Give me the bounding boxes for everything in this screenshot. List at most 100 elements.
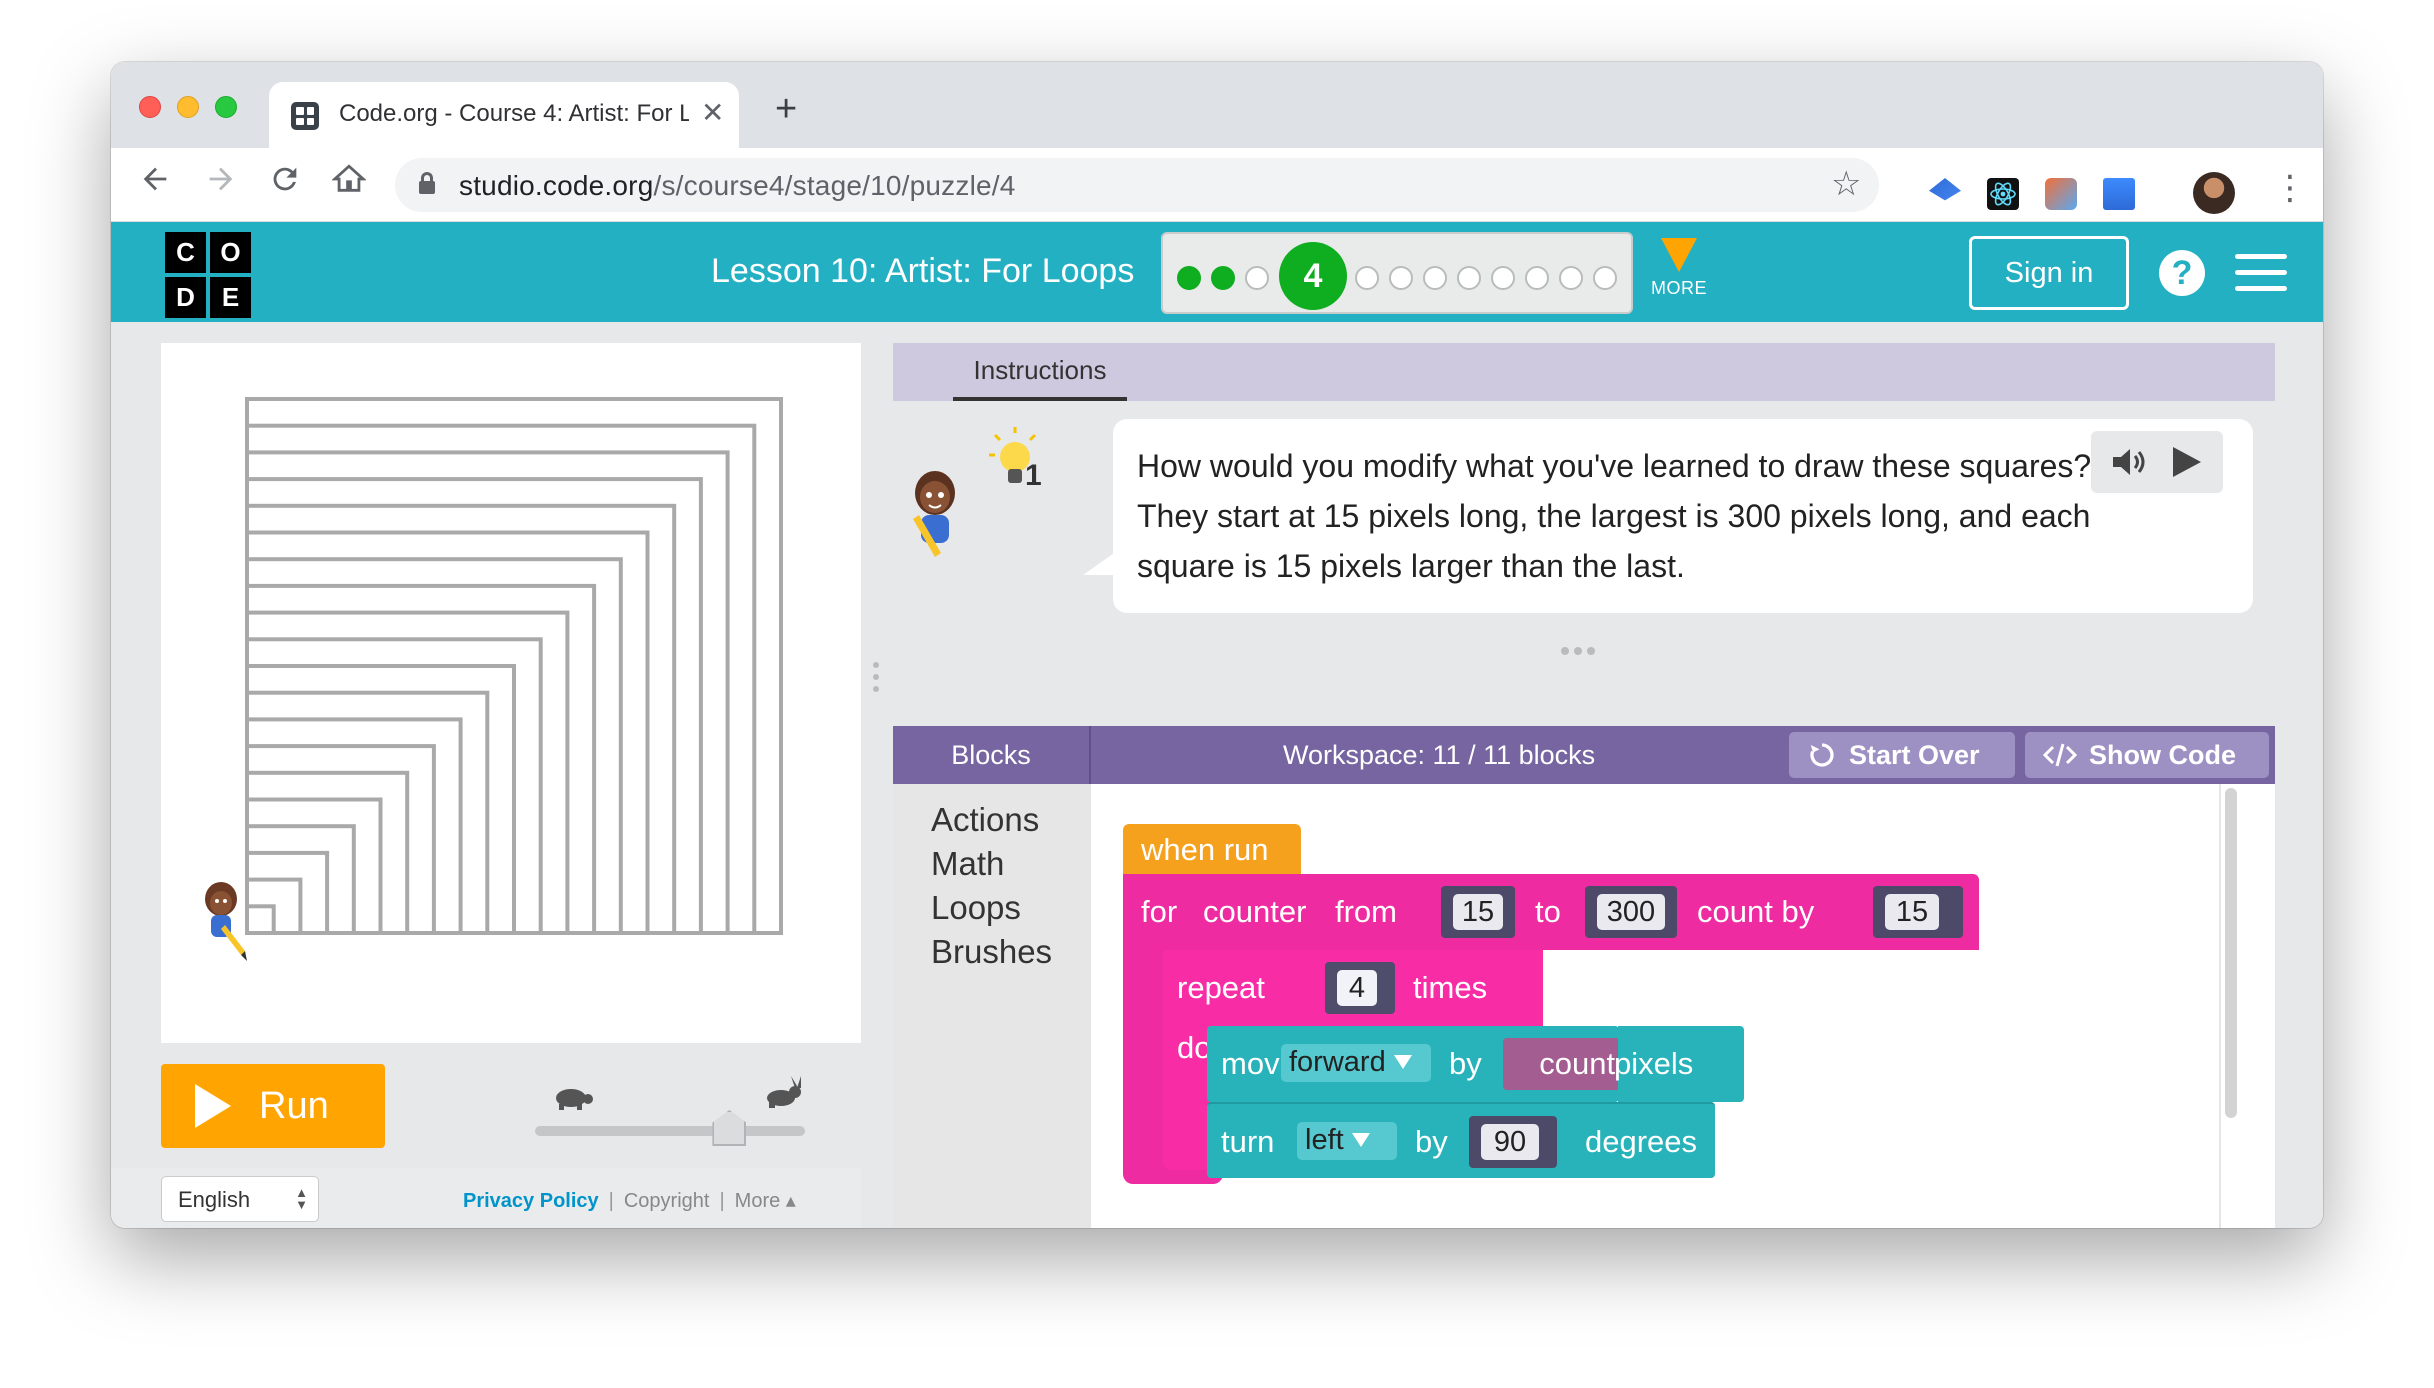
minimize-window-button[interactable] (177, 96, 199, 118)
address-bar[interactable]: studio.code.org/s/course4/stage/10/puzzl… (395, 158, 1879, 212)
sign-in-button[interactable]: Sign in (1969, 236, 2129, 310)
chevron-down-icon (1351, 1133, 1370, 1147)
turn-amount-slot[interactable]: 90 (1469, 1116, 1557, 1168)
audio-player (2091, 431, 2223, 493)
undo-icon (1810, 743, 1834, 767)
extension-color-icon[interactable] (2045, 178, 2077, 210)
speed-slider[interactable] (535, 1076, 825, 1164)
browser-tab[interactable]: Code.org - Course 4: Artist: For Loops ✕ (269, 82, 739, 148)
to-value[interactable]: 300 (1597, 894, 1665, 930)
toolbox-category-loops[interactable]: Loops (931, 886, 1091, 930)
level-dot-6[interactable] (1389, 266, 1413, 290)
new-tab-button[interactable]: + (775, 88, 797, 131)
run-button[interactable]: Run (161, 1064, 385, 1148)
nested-squares-drawing (205, 397, 783, 961)
help-icon[interactable]: ? (2159, 250, 2205, 296)
level-dot-11[interactable] (1559, 266, 1583, 290)
select-arrows-icon: ▲ ▼ (295, 1185, 308, 1212)
kebab-menu-icon[interactable]: ⋮ (2273, 168, 2307, 208)
hamburger-icon[interactable] (2235, 254, 2287, 292)
workspace-scrollbar[interactable] (2225, 788, 2237, 1118)
code-workspace[interactable]: when run for counter from 15 to 300 coun… (1091, 784, 2275, 1228)
extension-docs-icon[interactable] (2103, 178, 2135, 210)
start-over-button[interactable]: Start Over (1789, 732, 2015, 778)
toolbox-category-math[interactable]: Math (931, 842, 1091, 886)
speed-thumb[interactable] (712, 1110, 747, 1146)
from-value[interactable]: 15 (1453, 894, 1503, 930)
hint-count: 1 (1025, 459, 1042, 492)
drawn-square (245, 850, 330, 935)
page-footer: English ▲ ▼ Privacy Policy | Copyright | More… (111, 1168, 861, 1228)
codeorg-header: C O D E Lesson 10: Artist: For Loops 4 M… (111, 222, 2323, 322)
more-link[interactable]: More ▴ (735, 1190, 796, 1212)
level-dot-7[interactable] (1423, 266, 1447, 290)
move-block-tail: pixels (1614, 1026, 1744, 1102)
profile-avatar[interactable] (2193, 172, 2235, 214)
language-select[interactable]: English ▲ ▼ (161, 1176, 319, 1222)
blocks-label: Blocks (893, 726, 1091, 784)
turtle-icon (556, 1089, 593, 1110)
repeat-value[interactable]: 4 (1337, 970, 1377, 1006)
bookmark-star-icon[interactable]: ☆ (1831, 164, 1861, 204)
turn-direction-dropdown[interactable]: left (1297, 1122, 1397, 1160)
tab-instructions[interactable]: Instructions (953, 343, 1127, 401)
extension-graduation-icon[interactable] (1929, 178, 1961, 201)
move-block[interactable]: move forward by counter (1207, 1026, 1679, 1102)
codeorg-favicon (291, 102, 319, 130)
level-dot-2[interactable] (1211, 266, 1235, 290)
footer-links: Privacy Policy | Copyright | More ▴ (463, 1190, 796, 1212)
close-icon[interactable]: ✕ (701, 96, 724, 129)
home-icon[interactable] (327, 162, 371, 205)
tab-strip: Code.org - Course 4: Artist: For Loops ✕… (111, 62, 2323, 148)
lesson-title[interactable]: Lesson 10: Artist: For Loops (711, 252, 1134, 291)
toolbox-category-brushes[interactable]: Brushes (931, 930, 1091, 974)
repeat-block[interactable]: repeat 4 times (1163, 950, 1543, 1026)
level-dot-10[interactable] (1525, 266, 1549, 290)
toolbox-category-actions[interactable]: Actions (931, 798, 1091, 842)
to-slot[interactable]: 300 (1585, 886, 1677, 938)
maximize-window-button[interactable] (215, 96, 237, 118)
when-run-block[interactable]: when run (1123, 824, 1301, 874)
code-icon (2043, 743, 2077, 767)
workspace-header: Blocks Workspace: 11 / 11 blocks Start O… (893, 726, 2275, 784)
close-window-button[interactable] (139, 96, 161, 118)
panel-resize-grip[interactable] (873, 662, 881, 700)
back-icon[interactable] (133, 162, 177, 205)
show-code-button[interactable]: Show Code (2025, 732, 2269, 778)
copyright-link[interactable]: Copyright (624, 1190, 710, 1212)
codeorg-logo[interactable]: C O D E (165, 232, 251, 318)
extension-react-icon[interactable] (1987, 178, 2019, 210)
drawn-square (245, 423, 757, 935)
forward-icon[interactable] (199, 162, 243, 205)
count-by-slot[interactable]: 15 (1873, 886, 1963, 938)
speaker-icon[interactable] (2111, 447, 2149, 477)
more-button[interactable]: MORE (1651, 238, 1707, 299)
level-dot-12[interactable] (1593, 266, 1617, 290)
level-progress: 4 (1161, 232, 1633, 314)
url-text[interactable]: studio.code.org/s/course4/stage/10/puzzl… (459, 170, 1016, 202)
repeat-slot[interactable]: 4 (1325, 962, 1395, 1014)
drawn-square (245, 690, 490, 936)
privacy-policy-link[interactable]: Privacy Policy (463, 1190, 599, 1212)
turn-block[interactable]: turn left by 90 degrees (1207, 1102, 1715, 1178)
level-dot-9[interactable] (1491, 266, 1515, 290)
reload-icon[interactable] (263, 162, 307, 205)
count-by-value[interactable]: 15 (1885, 894, 1939, 930)
level-dot-current[interactable]: 4 (1279, 242, 1347, 310)
from-slot[interactable]: 15 (1441, 886, 1515, 938)
vertical-resize-grip[interactable] (1561, 642, 1601, 655)
triangle-down-icon (1661, 238, 1697, 272)
move-direction-dropdown[interactable]: forward (1281, 1044, 1431, 1082)
level-dot-5[interactable] (1355, 266, 1379, 290)
speed-track[interactable] (535, 1126, 805, 1136)
level-dot-1[interactable] (1177, 266, 1201, 290)
for-loop-block[interactable]: for counter from 15 to 300 count by 15 (1123, 874, 1979, 950)
artist-avatar (913, 471, 955, 557)
play-icon[interactable] (2173, 447, 2201, 477)
turn-amount-value[interactable]: 90 (1481, 1124, 1539, 1160)
level-dot-3[interactable] (1245, 266, 1269, 290)
tab-title: Code.org - Course 4: Artist: For Loops (339, 100, 689, 127)
block-toolbox: Actions Math Loops Brushes (893, 784, 1091, 1228)
lock-icon[interactable] (419, 172, 435, 194)
level-dot-8[interactable] (1457, 266, 1481, 290)
